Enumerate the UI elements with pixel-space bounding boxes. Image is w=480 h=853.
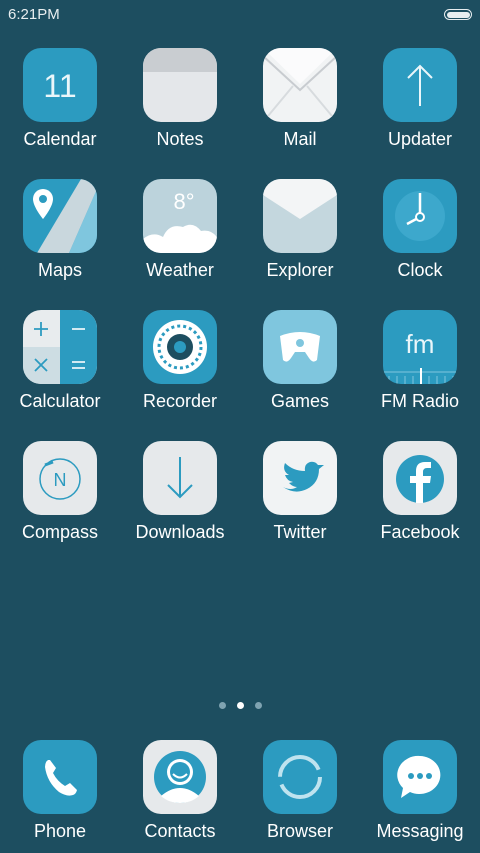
app-compass[interactable]: N Compass xyxy=(0,437,120,568)
app-row: Maps 8° Weather Explorer Clock xyxy=(0,175,480,306)
contacts-icon xyxy=(143,740,217,814)
app-label: Mail xyxy=(283,129,317,149)
dock-phone[interactable]: Phone xyxy=(0,736,120,842)
twitter-bird-icon xyxy=(263,441,337,515)
app-label: Notes xyxy=(156,129,204,149)
app-label: Weather xyxy=(146,260,214,280)
dock: Phone Contacts Browser Messaging xyxy=(0,736,480,842)
app-label: Messaging xyxy=(376,821,464,841)
app-maps[interactable]: Maps xyxy=(0,175,120,306)
app-label: Games xyxy=(270,391,330,411)
download-arrow-icon xyxy=(143,441,217,515)
browser-icon xyxy=(263,740,337,814)
calendar-icon: 11 xyxy=(23,48,97,122)
svg-text:fm: fm xyxy=(406,329,435,359)
app-twitter[interactable]: Twitter xyxy=(240,437,360,568)
recorder-icon xyxy=(143,310,217,384)
envelope-folder-icon xyxy=(263,179,337,253)
app-mail[interactable]: Mail xyxy=(240,44,360,175)
app-notes[interactable]: Notes xyxy=(120,44,240,175)
compass-icon: N xyxy=(23,441,97,515)
app-row: 11 Calendar Notes Mail Updater xyxy=(0,44,480,175)
app-label: Maps xyxy=(37,260,82,280)
app-games[interactable]: Games xyxy=(240,306,360,437)
app-downloads[interactable]: Downloads xyxy=(120,437,240,568)
app-label: Updater xyxy=(387,129,453,149)
app-label: Contacts xyxy=(144,821,216,841)
app-row: N Compass Downloads Twitter Facebook xyxy=(0,437,480,568)
app-updater[interactable]: Updater xyxy=(360,44,480,175)
page-dot-active[interactable] xyxy=(236,702,244,709)
app-label: Calculator xyxy=(19,391,101,411)
status-time: 6:21PM xyxy=(8,6,60,23)
facebook-icon xyxy=(383,441,457,515)
app-facebook[interactable]: Facebook xyxy=(360,437,480,568)
calculator-icon xyxy=(23,310,97,384)
gamepad-icon xyxy=(263,310,337,384)
app-label: Clock xyxy=(397,260,443,280)
app-label: FM Radio xyxy=(380,391,460,411)
dock-browser[interactable]: Browser xyxy=(240,736,360,842)
svg-text:N: N xyxy=(54,470,67,490)
weather-cloud-icon: 8° xyxy=(143,179,217,253)
page-dot[interactable] xyxy=(218,702,226,709)
status-bar: 6:21PM xyxy=(0,0,480,28)
svg-text:8°: 8° xyxy=(173,189,194,214)
app-label: Browser xyxy=(266,821,333,841)
app-calculator[interactable]: Calculator xyxy=(0,306,120,437)
app-calendar[interactable]: 11 Calendar xyxy=(0,44,120,175)
dock-messaging[interactable]: Messaging xyxy=(360,736,480,842)
app-clock[interactable]: Clock xyxy=(360,175,480,306)
app-label: Recorder xyxy=(142,391,218,411)
chat-bubble-icon xyxy=(383,740,457,814)
app-label: Calendar xyxy=(23,129,97,149)
app-label: Explorer xyxy=(266,260,334,280)
app-label: Facebook xyxy=(380,522,460,542)
radio-icon: fm xyxy=(383,310,457,384)
app-recorder[interactable]: Recorder xyxy=(120,306,240,437)
notes-icon xyxy=(143,48,217,122)
clock-icon xyxy=(383,179,457,253)
app-weather[interactable]: 8° Weather xyxy=(120,175,240,306)
app-label: Twitter xyxy=(273,522,327,542)
phone-icon xyxy=(23,740,97,814)
mail-icon xyxy=(263,48,337,122)
page-dot[interactable] xyxy=(254,702,262,709)
map-pin-icon xyxy=(23,179,97,253)
app-label: Downloads xyxy=(135,522,225,542)
battery-icon xyxy=(444,9,472,20)
app-row: Calculator Recorder Games fm FM Radio xyxy=(0,306,480,437)
app-fm-radio[interactable]: fm FM Radio xyxy=(360,306,480,437)
updater-arrow-icon xyxy=(383,48,457,122)
svg-text:11: 11 xyxy=(43,68,76,104)
app-explorer[interactable]: Explorer xyxy=(240,175,360,306)
page-indicator xyxy=(0,702,480,709)
app-label: Compass xyxy=(21,522,99,542)
app-grid: 11 Calendar Notes Mail Updater Maps 8° W… xyxy=(0,44,480,568)
app-label: Phone xyxy=(33,821,87,841)
dock-contacts[interactable]: Contacts xyxy=(120,736,240,842)
